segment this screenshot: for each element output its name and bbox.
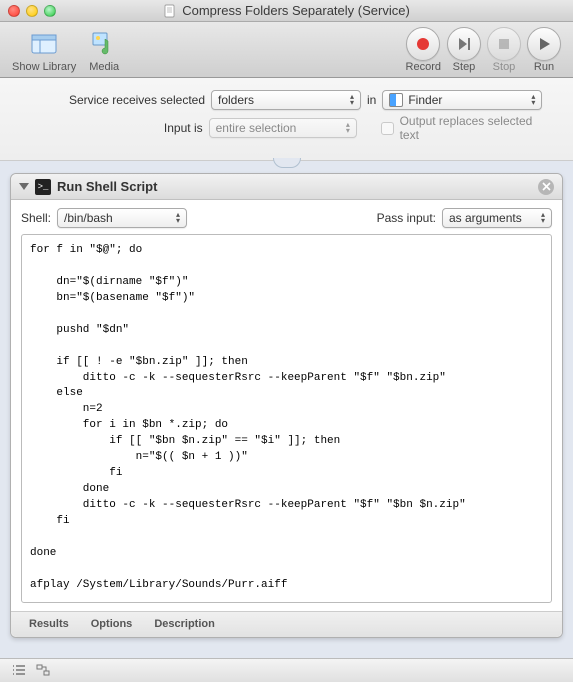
- chevron-updown-icon: ▴▾: [350, 94, 354, 106]
- receives-value: folders: [218, 93, 254, 107]
- pass-input-label: Pass input:: [377, 211, 436, 225]
- terminal-icon: >_: [35, 179, 51, 195]
- show-library-label: Show Library: [12, 61, 76, 73]
- minimize-window-button[interactable]: [26, 5, 38, 17]
- window-title-text: Compress Folders Separately (Service): [182, 3, 410, 18]
- record-label: Record: [406, 61, 441, 73]
- remove-action-button[interactable]: [538, 179, 554, 195]
- results-tab[interactable]: Results: [29, 618, 69, 630]
- chevron-updown-icon: ▴▾: [176, 212, 180, 224]
- chevron-updown-icon: ▴▾: [346, 122, 350, 134]
- library-icon: [28, 27, 60, 59]
- receives-popup[interactable]: folders ▴▾: [211, 90, 361, 110]
- window-title: Compress Folders Separately (Service): [0, 3, 573, 18]
- pass-input-popup[interactable]: as arguments ▴▾: [442, 208, 552, 228]
- stop-button[interactable]: [487, 27, 521, 61]
- zoom-window-button[interactable]: [44, 5, 56, 17]
- flow-view-icon[interactable]: [36, 664, 50, 676]
- traffic-lights: [8, 5, 56, 17]
- record-button[interactable]: [406, 27, 440, 61]
- in-app-value: Finder: [408, 93, 442, 107]
- finder-icon: [389, 93, 403, 107]
- shell-value: /bin/bash: [64, 211, 113, 225]
- run-label: Run: [534, 61, 554, 73]
- media-label: Media: [89, 61, 119, 73]
- close-icon: [542, 182, 551, 191]
- stop-icon: [495, 35, 513, 53]
- toolbar: Show Library Media Record Step Stop: [0, 22, 573, 78]
- script-textarea[interactable]: for f in "$@"; do dn="$(dirname "$f")" b…: [21, 234, 552, 603]
- receives-label: Service receives selected: [20, 93, 205, 107]
- show-library-button[interactable]: Show Library: [12, 27, 76, 73]
- close-window-button[interactable]: [8, 5, 20, 17]
- output-replaces-label: Output replaces selected text: [400, 114, 553, 142]
- record-icon: [414, 35, 432, 53]
- action-footer: Results Options Description: [11, 611, 562, 637]
- output-replaces-checkbox[interactable]: [381, 122, 394, 135]
- step-button[interactable]: [447, 27, 481, 61]
- chevron-updown-icon: ▴▾: [531, 94, 535, 106]
- in-app-popup[interactable]: Finder ▴▾: [382, 90, 542, 110]
- pass-input-value: as arguments: [449, 211, 522, 225]
- media-button[interactable]: Media: [88, 27, 120, 73]
- shell-label: Shell:: [21, 211, 51, 225]
- action-title: Run Shell Script: [57, 179, 157, 194]
- step-icon: [455, 35, 473, 53]
- input-is-popup[interactable]: entire selection ▴▾: [209, 118, 357, 138]
- titlebar: Compress Folders Separately (Service): [0, 0, 573, 22]
- status-bar: [0, 658, 573, 682]
- disclosure-triangle-icon[interactable]: [19, 183, 29, 190]
- input-is-label: Input is: [20, 121, 203, 135]
- step-label: Step: [453, 61, 476, 73]
- document-icon: [163, 4, 177, 18]
- list-view-icon[interactable]: [12, 664, 26, 676]
- options-tab[interactable]: Options: [91, 618, 133, 630]
- service-config: Service receives selected folders ▴▾ in …: [0, 78, 573, 161]
- in-label: in: [367, 93, 376, 107]
- action-header[interactable]: >_ Run Shell Script: [11, 174, 562, 200]
- chevron-updown-icon: ▴▾: [541, 212, 545, 224]
- description-tab[interactable]: Description: [154, 618, 215, 630]
- play-icon: [535, 35, 553, 53]
- run-shell-script-action: >_ Run Shell Script Shell: /bin/bash ▴▾ …: [10, 173, 563, 638]
- run-button[interactable]: [527, 27, 561, 61]
- workflow-canvas: >_ Run Shell Script Shell: /bin/bash ▴▾ …: [0, 161, 573, 658]
- input-is-value: entire selection: [216, 121, 297, 135]
- media-icon: [88, 27, 120, 59]
- stop-label: Stop: [493, 61, 516, 73]
- shell-popup[interactable]: /bin/bash ▴▾: [57, 208, 187, 228]
